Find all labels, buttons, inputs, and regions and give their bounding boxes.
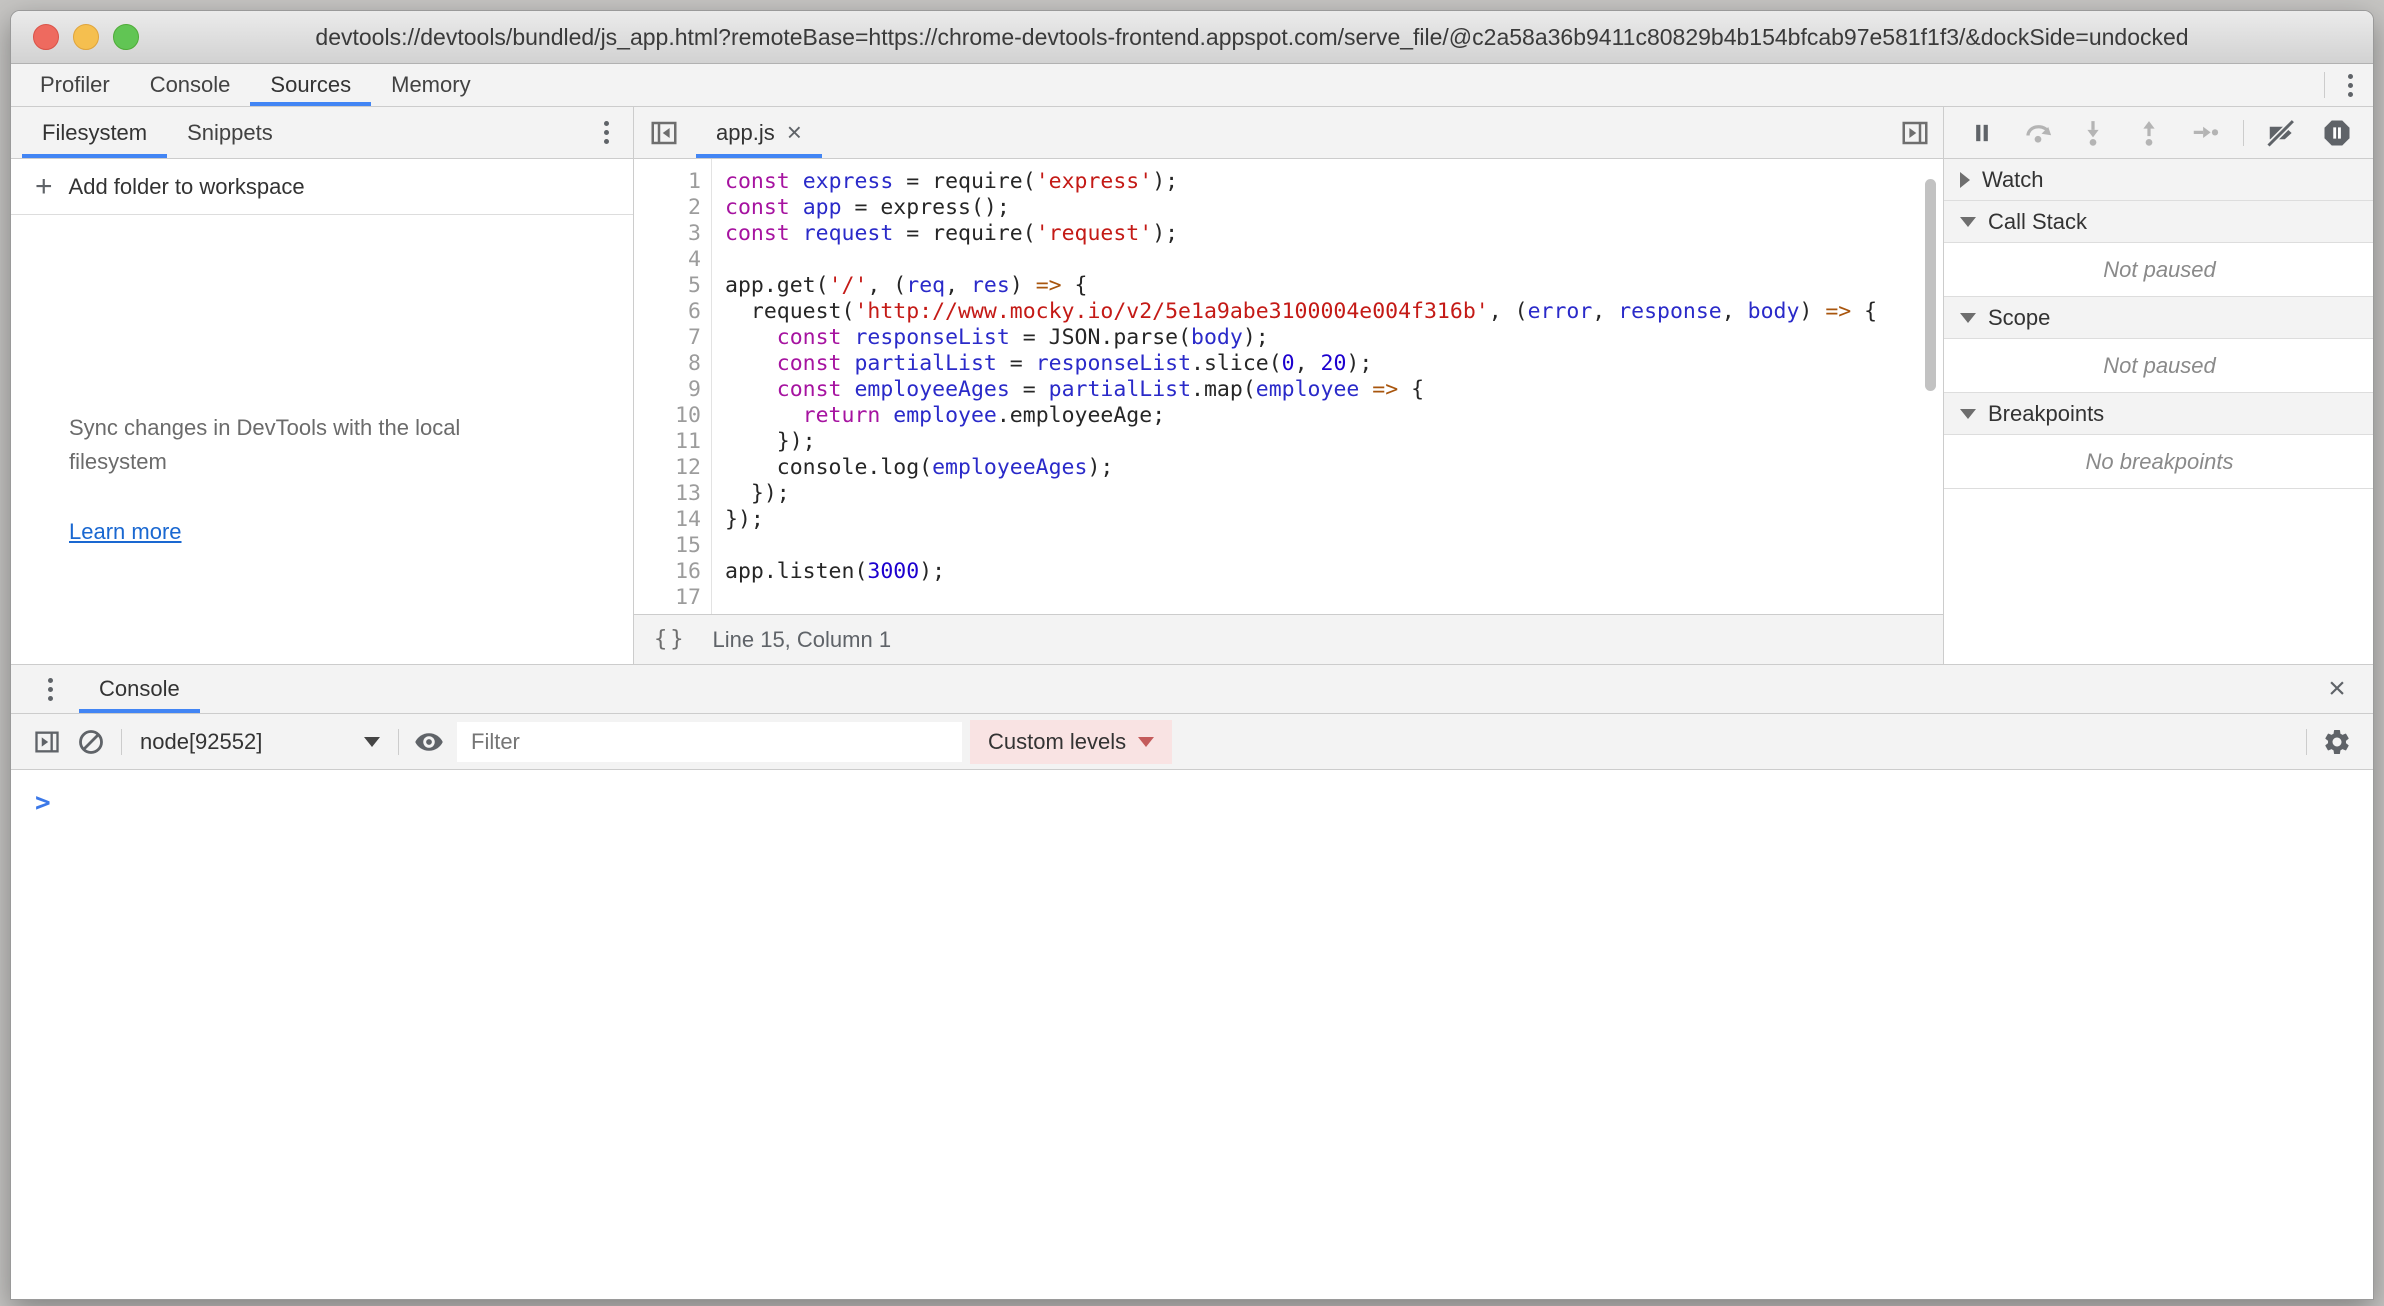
tab-app-js[interactable]: app.js × xyxy=(696,107,822,158)
console-toolbar: node[92552] Custom levels xyxy=(11,714,2373,770)
breakpoints-label: Breakpoints xyxy=(1988,401,2104,427)
deactivate-breakpoints-button[interactable] xyxy=(2256,113,2308,153)
editor-scrollbar-thumb[interactable] xyxy=(1925,179,1936,391)
scope-message: Not paused xyxy=(1944,339,2374,393)
tab-profiler[interactable]: Profiler xyxy=(20,64,130,106)
drawer-console-label: Console xyxy=(99,676,180,702)
window-title: devtools://devtools/bundled/js_app.html?… xyxy=(11,24,2373,51)
minimize-window-button[interactable] xyxy=(73,24,99,50)
console-prompt-icon: > xyxy=(35,788,51,818)
custom-levels-label: Custom levels xyxy=(988,729,1126,755)
toolbar-divider xyxy=(121,729,122,755)
debugger-toolbar xyxy=(1944,107,2374,159)
toolbar-divider xyxy=(2306,729,2307,755)
navigator-menu-icon[interactable] xyxy=(589,116,623,150)
section-watch[interactable]: Watch xyxy=(1944,159,2374,201)
titlebar: devtools://devtools/bundled/js_app.html?… xyxy=(11,11,2373,64)
editor-tab-bar: app.js × xyxy=(634,107,1943,159)
debugger-pane: Watch Call Stack Not paused Scope Not pa… xyxy=(1943,107,2374,664)
sync-message: Sync changes in DevTools with the local … xyxy=(69,411,529,479)
zoom-window-button[interactable] xyxy=(113,24,139,50)
execution-context-selector[interactable]: node[92552] xyxy=(130,722,390,762)
tab-sources[interactable]: Sources xyxy=(250,64,371,106)
step-button[interactable] xyxy=(2179,113,2231,153)
console-settings-gear-icon[interactable] xyxy=(2315,722,2359,762)
console-drawer: Console × node[92552] Custom leve xyxy=(11,664,2373,1300)
call-stack-label: Call Stack xyxy=(1988,209,2087,235)
toolbar-divider xyxy=(398,729,399,755)
main-menu-icon[interactable] xyxy=(2333,68,2367,102)
pretty-print-button[interactable]: {} xyxy=(654,627,687,652)
live-expression-eye-icon[interactable] xyxy=(407,722,451,762)
line-numbers[interactable]: 1234567891011121314151617 xyxy=(634,159,712,614)
hide-navigator-icon[interactable] xyxy=(646,115,682,151)
tab-profiler-label: Profiler xyxy=(40,72,110,98)
pause-on-exceptions-button[interactable] xyxy=(2311,113,2363,153)
step-out-button[interactable] xyxy=(2123,113,2175,153)
main-tab-bar: Profiler Console Sources Memory xyxy=(11,64,2373,107)
cursor-position: Line 15, Column 1 xyxy=(713,627,892,653)
close-drawer-icon[interactable]: × xyxy=(2317,674,2357,704)
tab-console[interactable]: Console xyxy=(130,64,251,106)
expanded-arrow-icon xyxy=(1960,313,1976,323)
step-into-button[interactable] xyxy=(2067,113,2119,153)
devtools-window: devtools://devtools/bundled/js_app.html?… xyxy=(10,10,2374,1300)
add-folder-label: Add folder to workspace xyxy=(69,174,305,200)
section-breakpoints[interactable]: Breakpoints xyxy=(1944,393,2374,435)
add-folder-button[interactable]: + Add folder to workspace xyxy=(11,159,633,215)
collapsed-arrow-icon xyxy=(1960,172,1970,188)
step-over-button[interactable] xyxy=(2012,113,2064,153)
navigator-pane: Filesystem Snippets + Add folder to work… xyxy=(11,107,634,664)
custom-levels-dropdown[interactable]: Custom levels xyxy=(970,720,1172,764)
tab-console-label: Console xyxy=(150,72,231,98)
drawer-menu-icon[interactable] xyxy=(33,672,67,706)
show-debugger-icon[interactable] xyxy=(1897,115,1933,151)
show-console-sidebar-icon[interactable] xyxy=(25,722,69,762)
code-editor[interactable]: 1234567891011121314151617 const express … xyxy=(634,159,1943,614)
learn-more-link[interactable]: Learn more xyxy=(69,519,182,545)
traffic-lights xyxy=(33,11,139,63)
debugger-toolbar-divider xyxy=(2243,120,2244,146)
section-call-stack[interactable]: Call Stack xyxy=(1944,201,2374,243)
call-stack-message: Not paused xyxy=(1944,243,2374,297)
navigator-empty-state: Sync changes in DevTools with the local … xyxy=(11,411,633,545)
tab-filesystem-label: Filesystem xyxy=(42,120,147,146)
editor-pane: app.js × 1234567891011121314151617 const… xyxy=(634,107,1943,664)
expanded-arrow-icon xyxy=(1960,217,1976,227)
clear-console-icon[interactable] xyxy=(69,722,113,762)
tab-memory[interactable]: Memory xyxy=(371,64,490,106)
editor-status-bar: {} Line 15, Column 1 xyxy=(634,614,1943,664)
tab-filesystem[interactable]: Filesystem xyxy=(22,107,167,158)
console-output[interactable]: > xyxy=(11,772,2373,1300)
scope-label: Scope xyxy=(1988,305,2050,331)
navigator-tab-bar: Filesystem Snippets xyxy=(11,107,633,159)
toolbar-divider xyxy=(2324,72,2325,98)
plus-icon: + xyxy=(35,172,53,202)
pause-script-button[interactable] xyxy=(1956,113,2008,153)
close-window-button[interactable] xyxy=(33,24,59,50)
console-filter-input[interactable] xyxy=(457,722,962,762)
console-prompt-row[interactable]: > xyxy=(11,772,2373,818)
tab-snippets-label: Snippets xyxy=(187,120,273,146)
chevron-down-icon xyxy=(364,737,380,747)
breakpoints-message: No breakpoints xyxy=(1944,435,2374,489)
drawer-tab-bar: Console × xyxy=(11,665,2373,714)
tab-app-js-label: app.js xyxy=(716,120,775,146)
tab-drawer-console[interactable]: Console xyxy=(79,665,200,713)
watch-label: Watch xyxy=(1982,167,2044,193)
tab-snippets[interactable]: Snippets xyxy=(167,107,293,158)
close-tab-icon[interactable]: × xyxy=(787,119,802,145)
execution-context-label: node[92552] xyxy=(140,729,262,755)
tab-sources-label: Sources xyxy=(270,72,351,98)
code-lines[interactable]: const express = require('express');const… xyxy=(713,159,1943,614)
section-scope[interactable]: Scope xyxy=(1944,297,2374,339)
sources-panel: Filesystem Snippets + Add folder to work… xyxy=(11,107,2373,664)
tab-memory-label: Memory xyxy=(391,72,470,98)
chevron-down-icon xyxy=(1138,737,1154,747)
expanded-arrow-icon xyxy=(1960,409,1976,419)
